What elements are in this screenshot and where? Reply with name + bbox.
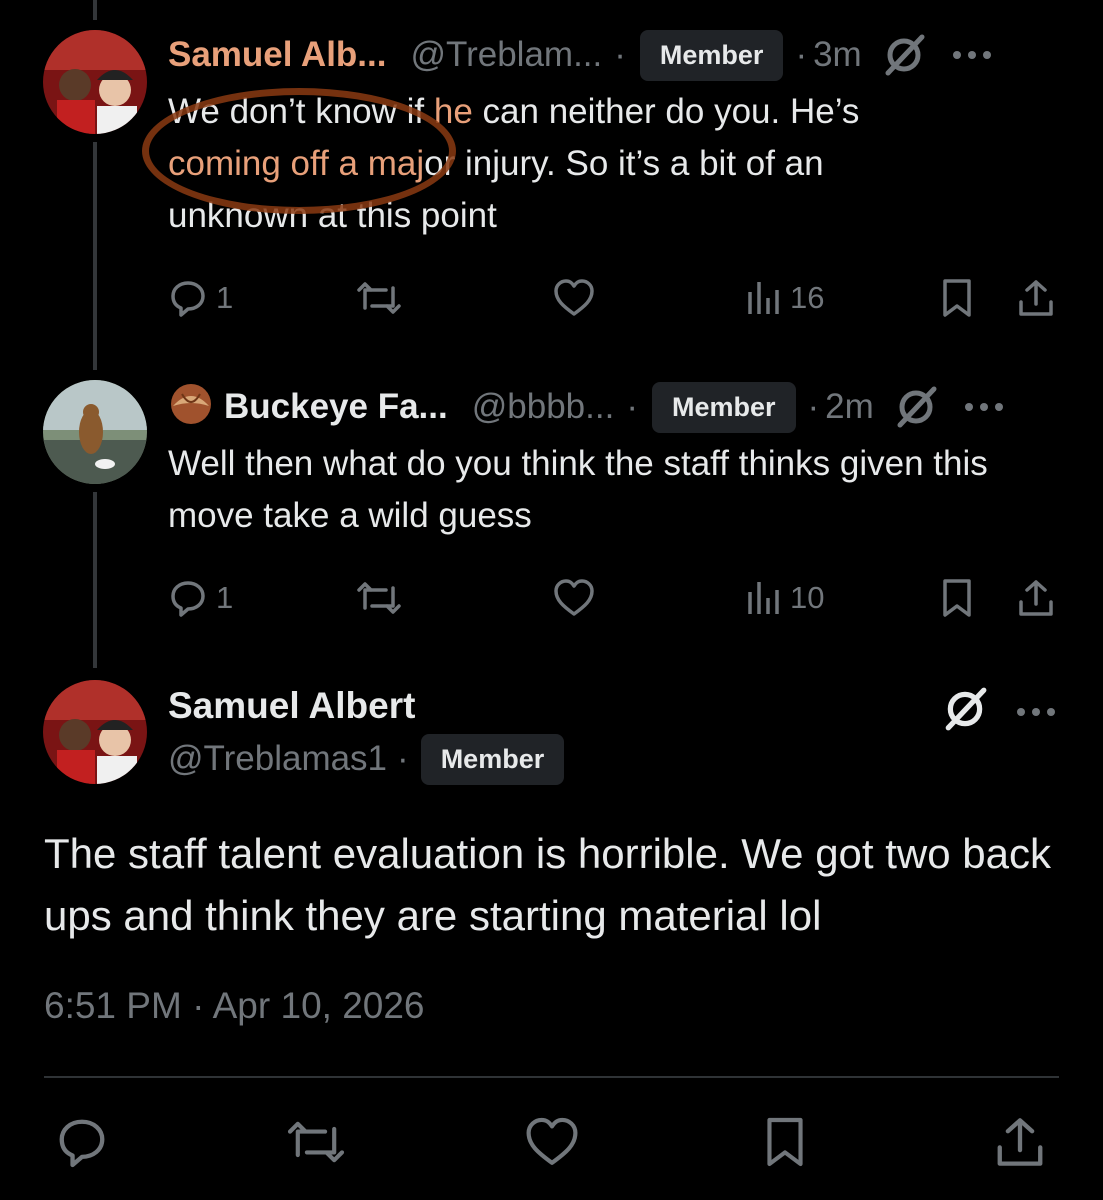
action-bar: 1 10 (168, 576, 1058, 620)
tweet-text-highlight: he (433, 92, 473, 131)
retweet-button[interactable] (356, 576, 402, 620)
share-button[interactable] (1016, 276, 1056, 320)
action-bar: 1 16 (168, 276, 1058, 320)
more-icon[interactable] (952, 50, 992, 60)
retweet-button[interactable] (286, 1112, 346, 1172)
bookmark-button[interactable] (755, 1112, 815, 1172)
views-count: 16 (790, 280, 825, 315)
share-icon (1019, 280, 1053, 316)
share-button[interactable] (1016, 576, 1056, 620)
views-count: 10 (790, 580, 825, 615)
tweet-text: We don’t know if he can neither do you. … (168, 86, 968, 242)
more-icon[interactable] (1016, 704, 1056, 722)
post-time[interactable]: 3m (813, 35, 862, 75)
reply-button[interactable]: 1 (168, 576, 233, 620)
avatar[interactable] (43, 30, 147, 134)
post-time[interactable]: 2m (825, 387, 874, 427)
reply-icon (171, 581, 205, 617)
like-icon (554, 279, 594, 316)
bottom-action-bar (0, 1112, 1103, 1172)
tweet-text: Well then what do you think the staff th… (168, 444, 988, 535)
views-button[interactable]: 10 (746, 576, 824, 620)
author-handle[interactable]: @bbbb... (472, 387, 615, 427)
avatar[interactable] (43, 380, 147, 484)
tweet-text-highlight: coming off a maj (168, 144, 425, 183)
author-name[interactable]: Buckeye Fa... (224, 387, 448, 427)
verified-icon[interactable] (882, 33, 926, 77)
bookmark-button[interactable] (940, 576, 974, 620)
views-icon (748, 282, 779, 314)
bookmark-icon (943, 579, 971, 617)
author-handle[interactable]: @Treblam... (410, 35, 602, 75)
post-timestamp[interactable]: 6:51 PM · Apr 10, 2026 (44, 985, 425, 1027)
avatar[interactable] (43, 680, 147, 784)
share-button[interactable] (990, 1112, 1050, 1172)
separator-dot: · (614, 35, 626, 74)
reply-count: 1 (216, 580, 234, 615)
member-badge[interactable]: Member (420, 733, 565, 785)
reply-count: 1 (216, 280, 234, 315)
thread-line (93, 142, 97, 370)
like-button[interactable] (553, 276, 595, 320)
bookmark-icon (767, 1117, 803, 1167)
bookmark-icon (943, 279, 971, 317)
retweet-icon (287, 1121, 345, 1163)
retweet-icon (357, 582, 401, 614)
retweet-button[interactable] (356, 276, 402, 320)
main-tweet-text: The staff talent evaluation is horrible.… (44, 830, 1051, 939)
verified-icon[interactable] (942, 686, 988, 737)
bookmark-button[interactable] (940, 276, 974, 320)
more-icon[interactable] (964, 402, 1004, 412)
author-name[interactable]: Samuel Albert (168, 685, 415, 727)
member-badge[interactable]: Member (651, 381, 796, 433)
views-button[interactable]: 16 (746, 276, 824, 320)
tweet-header: Buckeye Fa... @bbbb... · Member · 2m (168, 380, 1004, 435)
separator-dot: · (795, 35, 808, 74)
divider (44, 1076, 1059, 1078)
like-icon (526, 1117, 578, 1165)
separator-dot: · (807, 387, 820, 426)
tweet-text-part: can neither do you. He’s (472, 92, 860, 131)
separator-dot: · (397, 739, 409, 778)
thread-line (93, 492, 97, 668)
reply-button[interactable] (52, 1112, 112, 1172)
reply-button[interactable]: 1 (168, 276, 233, 320)
reply-icon (59, 1119, 105, 1168)
separator-dot: · (626, 387, 638, 426)
share-icon (997, 1118, 1043, 1166)
author-name[interactable]: Samuel Alb... (168, 35, 386, 75)
like-button[interactable] (553, 576, 595, 620)
buckeye-emoji-icon (168, 380, 214, 435)
thread-line (93, 0, 97, 20)
verified-icon[interactable] (894, 385, 938, 429)
author-handle-row: @Treblamas1 · Member (168, 733, 570, 785)
retweet-icon (357, 282, 401, 314)
member-badge[interactable]: Member (639, 29, 784, 81)
tweet-text-part: We don’t know if (168, 92, 434, 131)
views-icon (748, 582, 779, 614)
reply-icon (171, 281, 205, 317)
author-handle[interactable]: @Treblamas1 (168, 739, 387, 779)
share-icon (1019, 580, 1053, 616)
tweet-header: Samuel Alb... @Treblam... · Member · 3m (168, 29, 992, 81)
like-button[interactable] (522, 1112, 582, 1172)
like-icon (554, 579, 594, 616)
